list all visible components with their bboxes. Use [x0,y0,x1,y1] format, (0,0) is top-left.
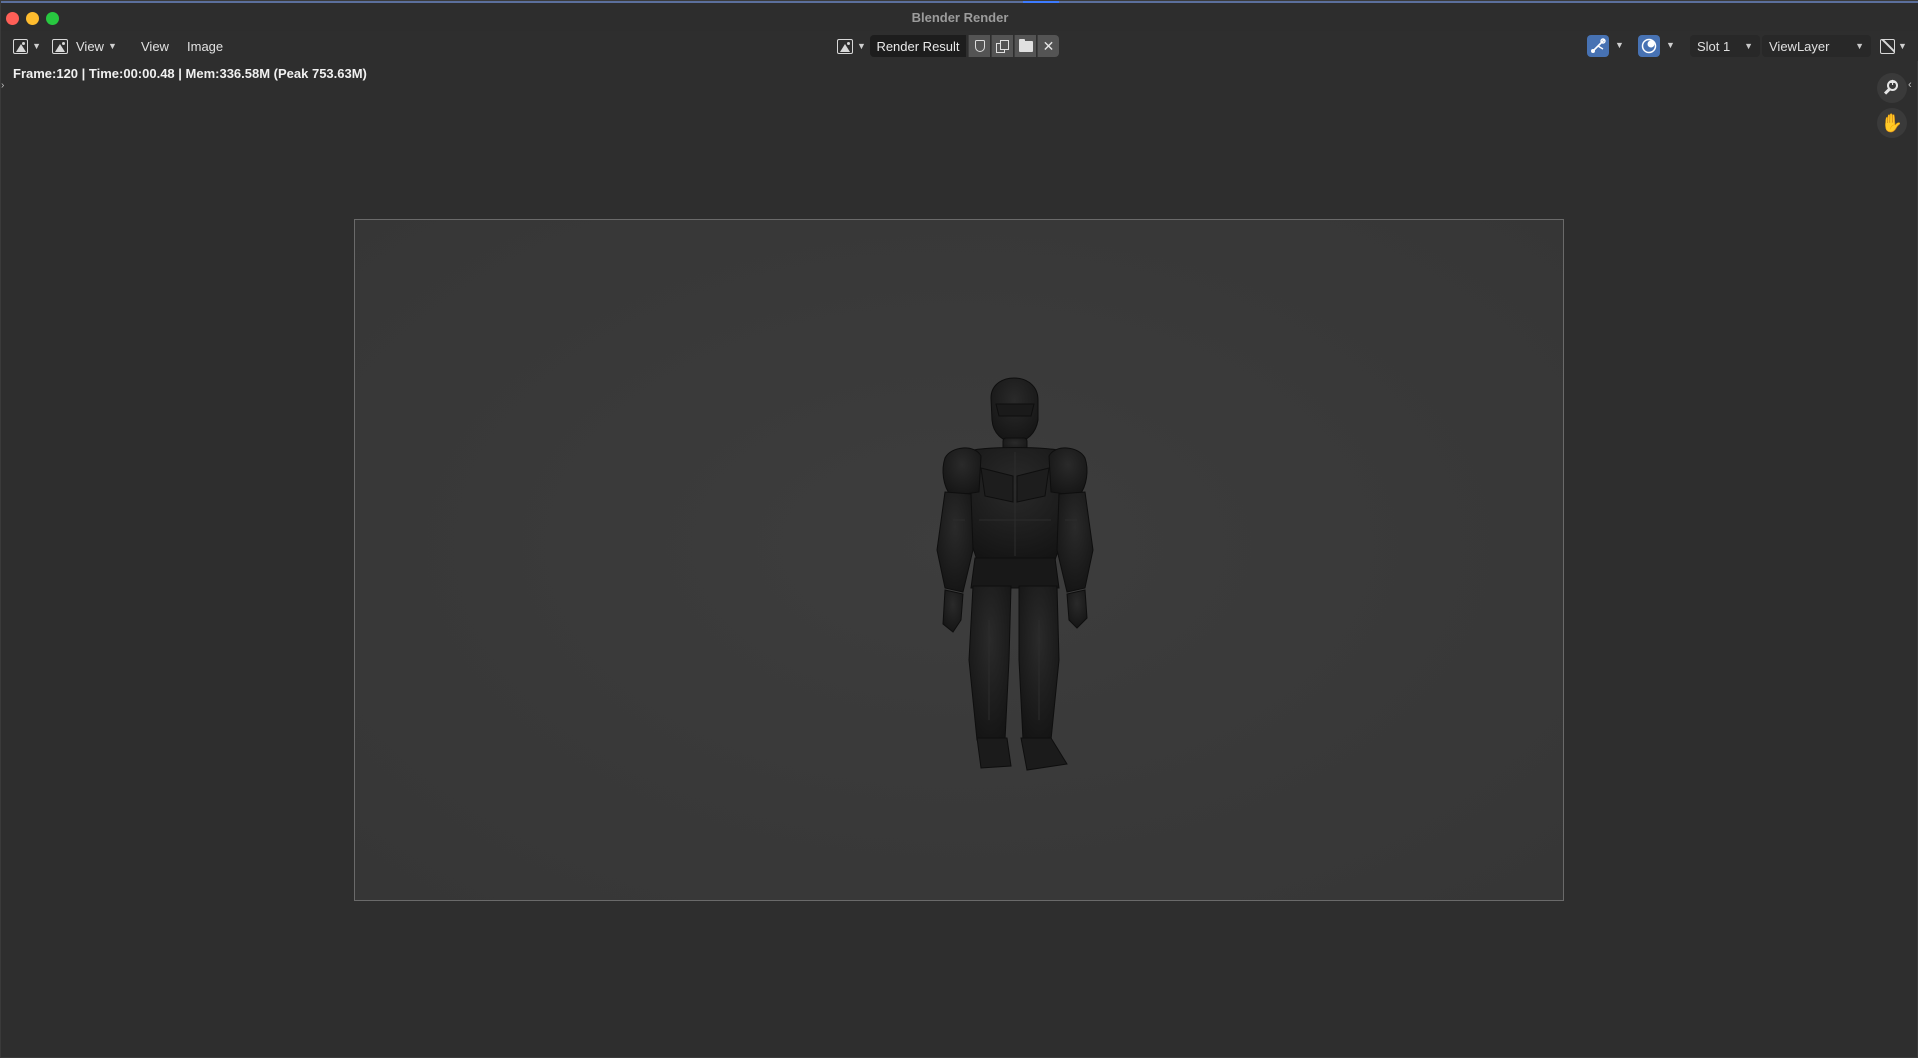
gizmo-icon [1591,38,1606,53]
render-slot-label: Slot 1 [1697,38,1731,54]
fake-user-shield-icon [974,40,985,52]
unlink-image-button[interactable]: ✕ [1037,35,1059,57]
open-image-button[interactable] [1014,35,1036,57]
menu-image[interactable]: Image [187,35,223,57]
overlay-toggle-button[interactable] [1638,35,1660,57]
chevron-down-icon: ▼ [1855,41,1864,51]
folder-open-icon [1018,38,1033,52]
overlay-dropdown-chevron-icon[interactable]: ▼ [1666,40,1675,50]
gizmo-dropdown-chevron-icon[interactable]: ▼ [1615,40,1624,50]
overlay-icon [1641,38,1657,54]
pan-view-button[interactable]: ✋ [1877,108,1907,138]
render-result-image[interactable] [354,219,1564,901]
chevron-down-icon: ▼ [107,41,117,51]
display-channels-button[interactable]: ▼ [1880,35,1912,57]
window-title: Blender Render [911,10,1009,25]
chevron-down-icon: ▼ [1744,41,1753,51]
image-icon [52,38,68,54]
sidebar-expand-arrow-icon[interactable]: ‹ [1908,79,1912,91]
image-browse-icon [837,38,853,54]
image-name-field[interactable]: Render Result [870,35,966,57]
close-icon: ✕ [1042,37,1055,54]
render-stats-text: Frame:120 | Time:00:00.48 | Mem:336.58M … [13,66,367,81]
image-editor-icon [13,38,29,54]
fake-user-button[interactable] [968,35,990,57]
menu-view[interactable]: View [141,35,169,57]
chevron-down-icon: ▼ [857,41,866,51]
new-image-button[interactable] [991,35,1013,57]
hand-pan-icon: ✋ [1880,113,1904,133]
title-bar: Blender Render [1,3,1918,31]
image-editor-header: ▼ View ▼ View Image ▼ Render Result ✕ ▼ … [1,31,1918,61]
browse-image-button[interactable]: ▼ [837,35,867,57]
render-slot-dropdown[interactable]: Slot 1 ▼ [1690,35,1760,57]
display-channels-icon [1880,38,1895,54]
view-mode-label: View [76,38,104,54]
armored-figure-render [936,377,1094,771]
editor-type-selector[interactable]: ▼ [11,35,41,57]
gizmo-toggle-button[interactable] [1587,35,1609,57]
blender-render-window: Blender Render ▼ View ▼ View Image ▼ Ren… [0,0,1918,1058]
chevron-down-icon: ▼ [32,41,41,51]
toolbar-expand-arrow-icon[interactable]: › [1,80,4,91]
duplicate-icon [996,39,1009,53]
view-layer-label: ViewLayer [1769,38,1830,54]
chevron-down-icon: ▼ [1898,41,1907,51]
zoom-icon [1883,78,1900,96]
view-mode-dropdown[interactable]: View ▼ [52,35,117,57]
zoom-view-button[interactable] [1877,73,1907,103]
view-layer-dropdown[interactable]: ViewLayer ▼ [1762,35,1871,57]
